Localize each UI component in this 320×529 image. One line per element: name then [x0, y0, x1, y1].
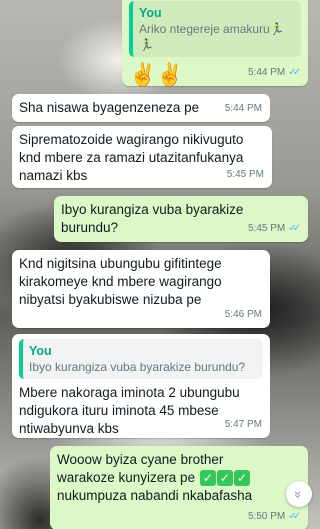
- message-meta: 5:45 PM: [227, 166, 264, 184]
- quote-text: Ibyo kurangiza vuba byarakize burundu?: [29, 360, 246, 374]
- quoted-message[interactable]: You Ariko ntegereje amakuru🏃‍♂️🏃‍♂️: [129, 1, 301, 57]
- message-time: 5:44 PM: [247, 67, 286, 78]
- chevron-double-down-icon: »: [291, 490, 307, 498]
- message-text: Knd nigitsina ubungubu gifitintege kirak…: [19, 256, 222, 307]
- message-text-part: Wooow byiza cyane brother warakoze kunyi…: [57, 452, 224, 485]
- message-time: 5:45 PM: [247, 223, 286, 234]
- message-meta: 5:50 PM ✓✓: [247, 508, 301, 526]
- check-mark-button-icon: ✓: [233, 470, 250, 486]
- message-meta: 5:44 PM: [225, 100, 262, 118]
- message-bubble-incoming[interactable]: You Ibyo kurangiza vuba byarakize burund…: [12, 334, 270, 438]
- double-check-icon: ✓✓: [288, 223, 301, 234]
- message-bubble-outgoing[interactable]: You Ariko ntegereje amakuru🏃‍♂️🏃‍♂️ ✌✌ 5…: [122, 0, 308, 87]
- message-meta: 5:47 PM: [225, 416, 262, 434]
- message-text-part: nukumpuza nabandi nkabafasha: [57, 488, 253, 503]
- message-text: Ibyo kurangiza vuba byarakize burundu?: [61, 202, 244, 235]
- double-check-icon: ✓✓: [288, 67, 301, 78]
- quote-text: Ariko ntegereje amakuru🏃‍♂️🏃‍♂️: [139, 22, 285, 52]
- message-text: Wooow byiza cyane brother warakoze kunyi…: [57, 451, 279, 505]
- scroll-to-bottom-button[interactable]: »: [286, 481, 312, 507]
- message-time: 5:44 PM: [224, 103, 262, 114]
- message-text: Mbere nakoraga iminota 2 ubungubu ndiguk…: [19, 385, 240, 436]
- message-bubble-outgoing[interactable]: Wooow byiza cyane brother warakoze kunyi…: [50, 446, 308, 529]
- check-mark-button-icon: ✓: [216, 470, 233, 486]
- quote-author: You: [29, 344, 52, 358]
- quote-author: You: [139, 6, 162, 20]
- message-time: 5:46 PM: [224, 309, 262, 320]
- message-time: 5:45 PM: [226, 169, 264, 180]
- message-bubble-incoming[interactable]: Siprematozoide wagirango nikivuguto knd …: [12, 126, 272, 188]
- message-bubble-incoming[interactable]: Sha nisawa byagenzeneza pe 5:44 PM: [12, 94, 270, 122]
- message-text: Siprematozoide wagirango nikivuguto knd …: [19, 132, 244, 183]
- message-meta: 5:46 PM: [225, 306, 262, 324]
- message-bubble-outgoing[interactable]: Ibyo kurangiza vuba byarakize burundu? 5…: [54, 196, 308, 242]
- message-bubble-incoming[interactable]: Knd nigitsina ubungubu gifitintege kirak…: [12, 250, 270, 328]
- message-time: 5:50 PM: [247, 511, 286, 522]
- check-mark-button-icon: ✓: [199, 470, 216, 486]
- double-check-icon: ✓✓: [288, 511, 301, 522]
- message-time: 5:47 PM: [224, 419, 262, 430]
- message-meta: 5:45 PM ✓✓: [247, 220, 301, 238]
- message-meta: 5:44 PM ✓✓: [247, 64, 301, 82]
- quoted-message[interactable]: You Ibyo kurangiza vuba byarakize burund…: [19, 339, 263, 379]
